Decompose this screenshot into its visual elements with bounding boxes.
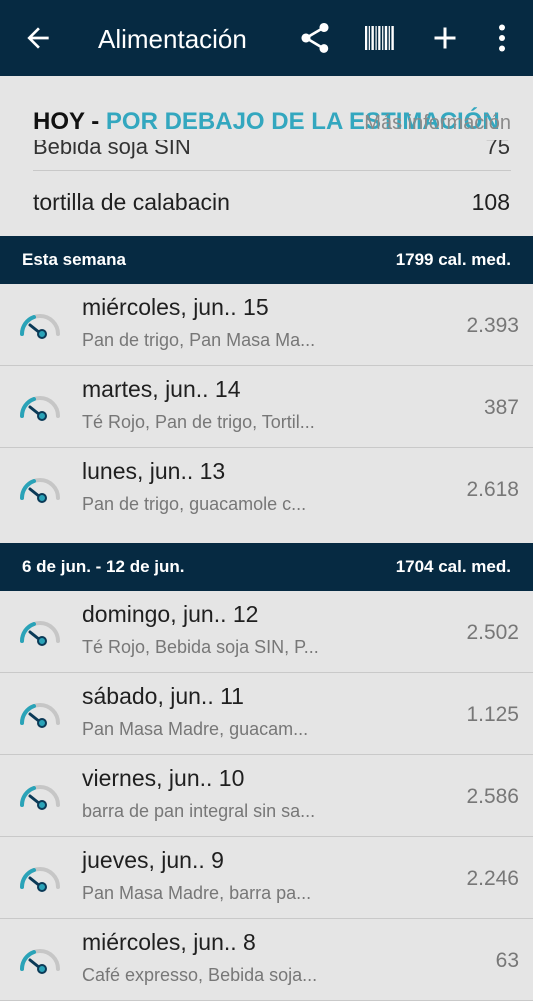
day-calories: 387	[483, 396, 519, 419]
today-card: HOY - POR DEBAJO DE LA ESTIMACIÓN Más in…	[0, 76, 533, 236]
section-header-previous-week: 6 de jun. - 12 de jun. 1704 cal. med.	[0, 543, 533, 591]
day-calories: 63	[495, 949, 519, 972]
day-name: viernes, jun.. 10	[82, 765, 245, 791]
barcode-icon[interactable]	[362, 20, 398, 56]
day-row[interactable]: lunes, jun.. 13 Pan de trigo, guacamole c…	[0, 448, 533, 530]
day-row[interactable]: martes, jun.. 14 Té Rojo, Pan de trigo, T…	[0, 366, 533, 448]
day-row[interactable]: miércoles, jun.. 8 Café expresso, Bebida …	[0, 919, 533, 1001]
day-name: miércoles, jun.. 8	[82, 929, 256, 955]
gauge-icon	[18, 779, 62, 813]
plus-icon[interactable]	[427, 20, 463, 56]
day-foods: Té Rojo, Pan de trigo, Tortil...	[82, 412, 315, 432]
day-foods: Té Rojo, Bebida soja SIN, P...	[82, 637, 319, 657]
day-row[interactable]: viernes, jun.. 10 barra de pan integral s…	[0, 755, 533, 837]
day-name: domingo, jun.. 12	[82, 601, 259, 627]
app-bar: Alimentación	[0, 0, 533, 76]
section-title: Esta semana	[22, 250, 126, 269]
day-calories: 2.586	[466, 785, 519, 808]
day-name: jueves, jun.. 9	[82, 847, 224, 873]
gauge-icon	[18, 615, 62, 649]
today-label: HOY	[33, 108, 85, 135]
partial-item-name: Bebida soja SIN	[33, 140, 191, 159]
day-row[interactable]: jueves, jun.. 9 Pan Masa Madre, barra pa.…	[0, 837, 533, 919]
gauge-icon	[18, 943, 62, 977]
day-name: martes, jun.. 14	[82, 376, 241, 402]
gauge-icon	[18, 697, 62, 731]
section-average: 1799 cal. med.	[395, 250, 511, 269]
partial-item-value: 75	[485, 140, 510, 159]
more-info-link[interactable]: Más información	[364, 112, 511, 135]
day-row[interactable]: miércoles, jun.. 15 Pan de trigo, Pan Mas…	[0, 284, 533, 366]
day-foods: Café expresso, Bebida soja...	[82, 965, 318, 985]
day-row[interactable]: sábado, jun.. 11 Pan Masa Madre, guacam..…	[0, 673, 533, 755]
more-vert-icon[interactable]	[484, 20, 520, 56]
page-title: Alimentación	[98, 24, 247, 54]
day-name: lunes, jun.. 13	[82, 458, 226, 484]
day-calories: 2.618	[466, 478, 519, 501]
section-average: 1704 cal. med.	[395, 557, 511, 576]
day-foods: Pan de trigo, Pan Masa Ma...	[82, 330, 316, 350]
day-calories: 1.125	[466, 703, 519, 726]
day-foods: Pan Masa Madre, guacam...	[82, 719, 309, 739]
gauge-icon	[18, 390, 62, 424]
today-separator: -	[84, 108, 106, 135]
day-name: miércoles, jun.. 15	[82, 294, 269, 320]
today-item-value: 108	[471, 189, 510, 215]
partial-row: Bebida soja SIN 75	[0, 140, 533, 170]
section-title: 6 de jun. - 12 de jun.	[22, 557, 185, 576]
day-name: sábado, jun.. 11	[82, 683, 244, 709]
gauge-icon	[18, 308, 62, 342]
day-calories: 2.502	[466, 621, 519, 644]
back-arrow-icon[interactable]	[22, 22, 54, 54]
day-row[interactable]: domingo, jun.. 12 Té Rojo, Bebida soja SI…	[0, 591, 533, 673]
day-foods: Pan Masa Madre, barra pa...	[82, 883, 312, 903]
day-foods: Pan de trigo, guacamole c...	[82, 494, 307, 514]
day-calories: 2.393	[466, 314, 519, 337]
gauge-icon	[18, 861, 62, 895]
section-header-this-week: Esta semana 1799 cal. med.	[0, 236, 533, 284]
share-icon[interactable]	[297, 20, 333, 56]
divider	[33, 170, 511, 171]
day-calories: 2.246	[466, 867, 519, 890]
gauge-icon	[18, 472, 62, 506]
day-foods: barra de pan integral sin sa...	[82, 801, 316, 821]
today-item-name[interactable]: tortilla de calabacin	[33, 189, 230, 216]
